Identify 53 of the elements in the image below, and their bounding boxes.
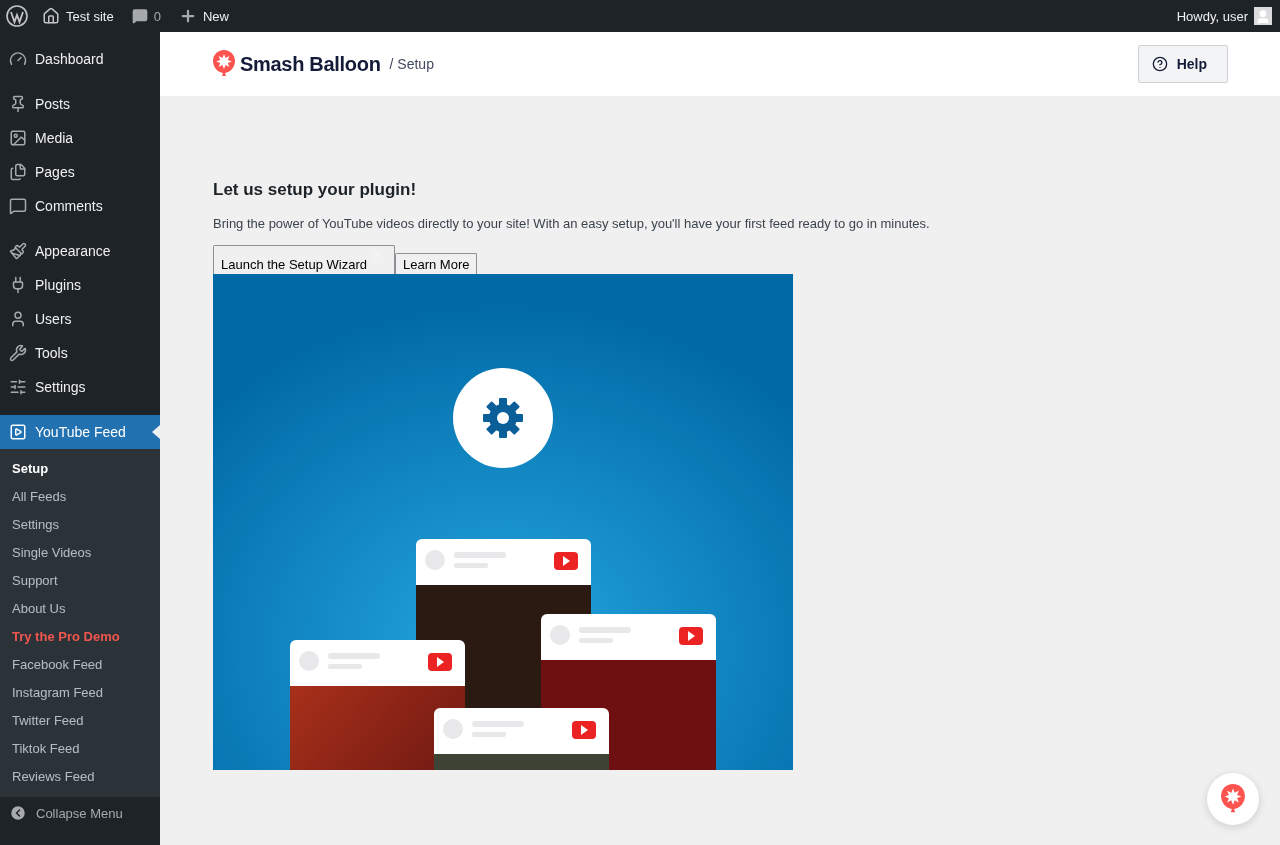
setup-title: Let us setup your plugin! (213, 180, 417, 200)
submenu-item[interactable]: Tiktok Feed (0, 734, 160, 762)
site-name-link[interactable]: Test site (42, 7, 114, 25)
menu-item[interactable]: Appearance (0, 234, 160, 268)
setup-description: Bring the power of YouTube videos directly to your site! With an easy setup, you'll have your first feed ready to go in minutes. (213, 216, 930, 231)
menu-item[interactable]: Dashboard (0, 42, 160, 76)
menu-item[interactable]: Posts (0, 87, 160, 121)
speech-bubble-icon (131, 8, 148, 24)
menu-item[interactable]: Users (0, 302, 160, 336)
menu-item[interactable]: Comments (0, 189, 160, 223)
balloon-chat-button[interactable] (1207, 773, 1259, 825)
brand-name: Smash Balloon (240, 52, 381, 76)
collapse-icon (9, 804, 27, 822)
dashboard-icon (9, 50, 27, 68)
pages-icon (9, 163, 27, 181)
submenu-item[interactable]: Instagram Feed (0, 678, 160, 706)
current-pointer-icon (152, 425, 160, 439)
submenu-item[interactable]: Twitter Feed (0, 706, 160, 734)
account-greeting[interactable]: Howdy, user (1176, 8, 1248, 24)
submenu-item[interactable]: Setup (0, 454, 160, 482)
menu-item[interactable]: Settings (0, 370, 160, 404)
paintbrush-icon (9, 242, 27, 260)
submenu-item[interactable]: Settings (0, 510, 160, 538)
wrench-icon (9, 344, 27, 362)
sliders-icon (9, 378, 27, 396)
media-icon (9, 129, 27, 147)
submenu-item[interactable]: About Us (0, 594, 160, 622)
learn-more-button[interactable]: Learn More (395, 253, 478, 274)
submenu-item[interactable]: Single Videos (0, 538, 160, 566)
pin-icon (9, 95, 27, 113)
balloon-logo-icon (212, 49, 236, 79)
new-link[interactable]: New (178, 7, 229, 25)
submenu-item[interactable]: Facebook Feed (0, 650, 160, 678)
submenu-item[interactable]: Support (0, 566, 160, 594)
menu-item[interactable]: Pages (0, 155, 160, 189)
wordpress-logo-icon[interactable] (6, 5, 28, 27)
submenu-item[interactable]: Try the Pro Demo (0, 622, 160, 650)
speech-bubble-icon (9, 197, 27, 215)
submenu-item[interactable]: Reviews Feed (0, 762, 160, 790)
menu-item[interactable]: Media (0, 121, 160, 155)
user-icon (9, 310, 27, 328)
comments-link[interactable]: 0 (131, 8, 161, 24)
launch-wizard-button[interactable]: Launch the Setup Wizard (213, 245, 395, 274)
menu-item[interactable]: Tools (0, 336, 160, 370)
play-icon (9, 423, 27, 441)
help-button[interactable]: Help (1137, 45, 1228, 83)
menu-item[interactable]: Plugins (0, 268, 160, 302)
collapse-menu-button[interactable]: Collapse Menu (0, 796, 160, 830)
help-icon (1151, 56, 1168, 72)
menu-item[interactable]: YouTube Feed (0, 415, 160, 449)
submenu-item[interactable]: All Feeds (0, 482, 160, 510)
home-icon (42, 7, 60, 25)
breadcrumb: / Setup (389, 56, 434, 72)
